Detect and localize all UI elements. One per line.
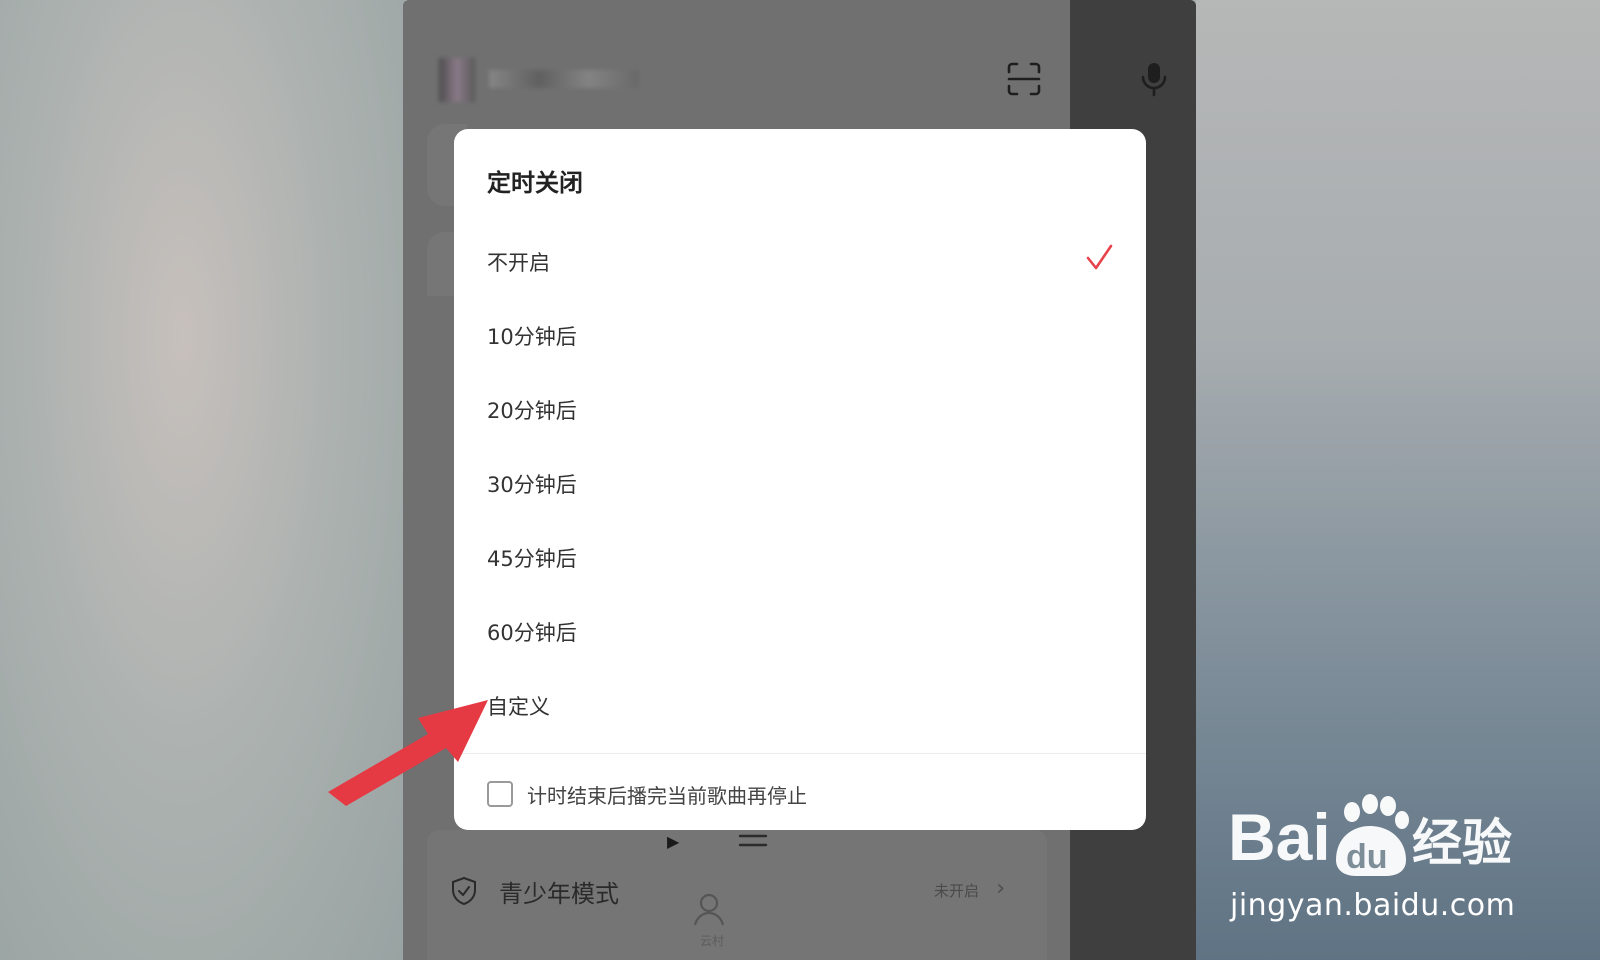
community-tab-label: 云村: [700, 934, 725, 948]
timer-option-label: 30分钟后: [487, 473, 577, 497]
svg-text:经验: 经验: [1412, 814, 1512, 872]
timer-option-60min[interactable]: 60分钟后: [454, 593, 1146, 667]
timer-option-label: 45分钟后: [487, 547, 577, 571]
baidu-jingyan-logo: Bai du 经验: [1228, 794, 1512, 876]
timer-option-label: 60分钟后: [487, 621, 577, 645]
microphone-icon[interactable]: [1139, 60, 1169, 98]
timer-option-custom[interactable]: 自定义: [454, 667, 1146, 741]
chevron-right-icon: ›: [996, 876, 1005, 901]
checkmark-icon: [1086, 244, 1113, 270]
youth-mode-row[interactable]: 青少年模式 未开启 ›: [451, 870, 1031, 912]
divider: [454, 753, 1146, 754]
username-blurred: [489, 70, 639, 88]
finish-song-checkbox-row[interactable]: 计时结束后播完当前歌曲再停止: [487, 777, 807, 811]
shield-icon: [452, 876, 476, 906]
finish-song-label: 计时结束后播完当前歌曲再停止: [527, 783, 807, 808]
dialog-title: 定时关闭: [487, 169, 583, 197]
timer-option-label: 不开启: [487, 251, 550, 275]
watermark-url: jingyan.baidu.com: [1230, 888, 1516, 923]
play-icon[interactable]: ▶: [667, 832, 679, 851]
timer-option-10min[interactable]: 10分钟后: [454, 297, 1146, 371]
youth-mode-status: 未开启: [933, 882, 979, 900]
timer-option-label: 20分钟后: [487, 399, 577, 423]
timer-option-45min[interactable]: 45分钟后: [454, 519, 1146, 593]
background-left: [0, 0, 405, 960]
youth-mode-label: 青少年模式: [499, 879, 619, 908]
timer-option-off[interactable]: 不开启: [454, 223, 1146, 297]
sleep-timer-dialog: 定时关闭 不开启 10分钟后 20分钟后 30分钟后 45分钟后 60分钟后 自…: [454, 129, 1146, 830]
annotation-arrow: [328, 700, 488, 806]
scan-icon[interactable]: [1007, 62, 1041, 96]
svg-text:du: du: [1346, 838, 1388, 876]
avatar[interactable]: [439, 58, 475, 102]
timer-option-label: 10分钟后: [487, 325, 577, 349]
timer-option-20min[interactable]: 20分钟后: [454, 371, 1146, 445]
svg-text:Bai: Bai: [1228, 800, 1331, 874]
community-icon[interactable]: [690, 890, 728, 928]
timer-option-30min[interactable]: 30分钟后: [454, 445, 1146, 519]
